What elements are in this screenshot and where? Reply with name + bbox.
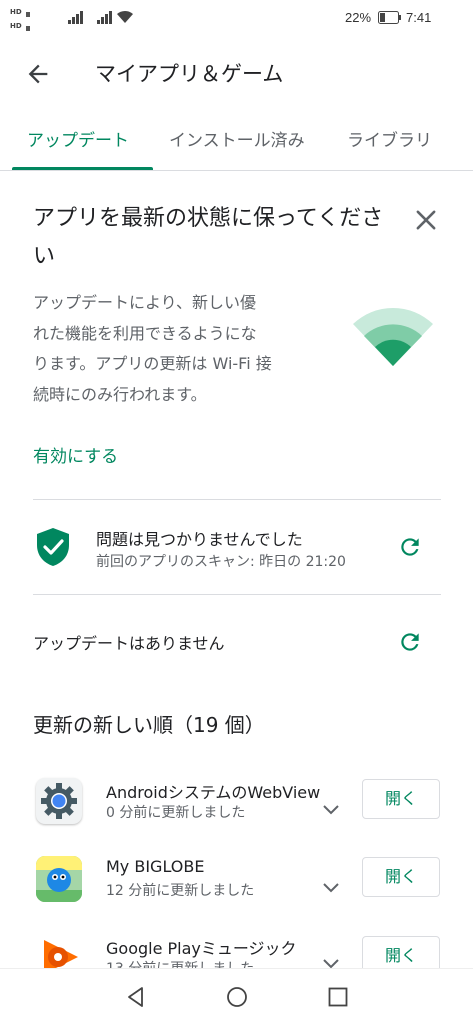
scan-status-title: 問題は見つかりませんでした <box>96 530 303 549</box>
recently-updated-title: 更新の新しい順（19 個） <box>33 713 265 737</box>
arrow-back-icon[interactable] <box>24 60 52 88</box>
biglobe-icon <box>36 856 82 902</box>
signal-icon <box>97 11 112 24</box>
chevron-down-icon[interactable] <box>322 882 340 894</box>
wifi-icon <box>117 10 133 23</box>
body-line: 続時にのみ行われます。 <box>33 384 207 404</box>
autoupdate-title-line: アプリを最新の状態に保ってくださ <box>33 206 384 231</box>
close-icon[interactable] <box>412 206 440 234</box>
autoupdate-title-line: い <box>33 244 56 269</box>
chevron-down-icon[interactable] <box>322 804 340 816</box>
home-circle-icon[interactable] <box>225 985 249 1009</box>
refresh-icon[interactable] <box>397 534 423 560</box>
status-bar: HD HD 22% 7:41 <box>0 0 473 36</box>
back-triangle-icon[interactable] <box>124 985 148 1009</box>
divider <box>33 499 441 500</box>
tabs-divider <box>0 170 473 171</box>
sim1-hd-label: HD <box>10 8 22 16</box>
signal-icon <box>68 11 83 24</box>
system-nav-bar <box>0 968 473 1025</box>
webview-gear-icon <box>36 778 82 824</box>
battery-percent: 22% <box>345 10 372 25</box>
open-button[interactable]: 開く <box>362 779 440 819</box>
divider <box>33 594 441 595</box>
tab-updates[interactable]: アップデート <box>27 126 129 151</box>
body-line: アップデートにより、新しい優 <box>33 293 257 312</box>
sim2-hd-label: HD <box>10 22 22 30</box>
app-name[interactable]: My BIGLOBE <box>106 857 204 876</box>
app-updated-time: 12 分前に更新しました <box>106 883 255 899</box>
battery-icon <box>378 11 401 24</box>
shield-check-icon <box>37 528 69 566</box>
page-title: マイアプリ＆ゲーム <box>95 62 284 86</box>
autoupdate-card-title: アプリを最新の状態に保ってくださ い <box>33 200 403 276</box>
no-updates-label: アップデートはありません <box>33 634 225 653</box>
scan-status-subtitle: 前回のアプリのスキャン: 昨日の 21:20 <box>96 554 346 570</box>
enable-autoupdate-link[interactable]: 有効にする <box>33 442 118 467</box>
recents-square-icon[interactable] <box>326 985 350 1009</box>
wifi-icon <box>353 308 433 366</box>
app-name[interactable]: AndroidシステムのWebView <box>106 779 320 803</box>
sim-indicator-icon <box>26 12 30 31</box>
tab-installed[interactable]: インストール済み <box>169 126 305 151</box>
app-name[interactable]: Google Playミュージック <box>106 935 297 959</box>
clock: 7:41 <box>406 10 432 25</box>
body-line: れた機能を利用できるようにな <box>33 323 257 343</box>
refresh-icon[interactable] <box>397 629 423 655</box>
open-button[interactable]: 開く <box>362 857 440 897</box>
autoupdate-card-body: アップデートにより、新しい優 れた機能を利用できるようにな ります。アプリの更新… <box>33 288 315 410</box>
body-line: ります。アプリの更新は Wi-Fi 接 <box>33 354 272 373</box>
app-updated-time: 0 分前に更新しました <box>106 805 246 821</box>
tab-library[interactable]: ライブラリ <box>347 126 432 151</box>
